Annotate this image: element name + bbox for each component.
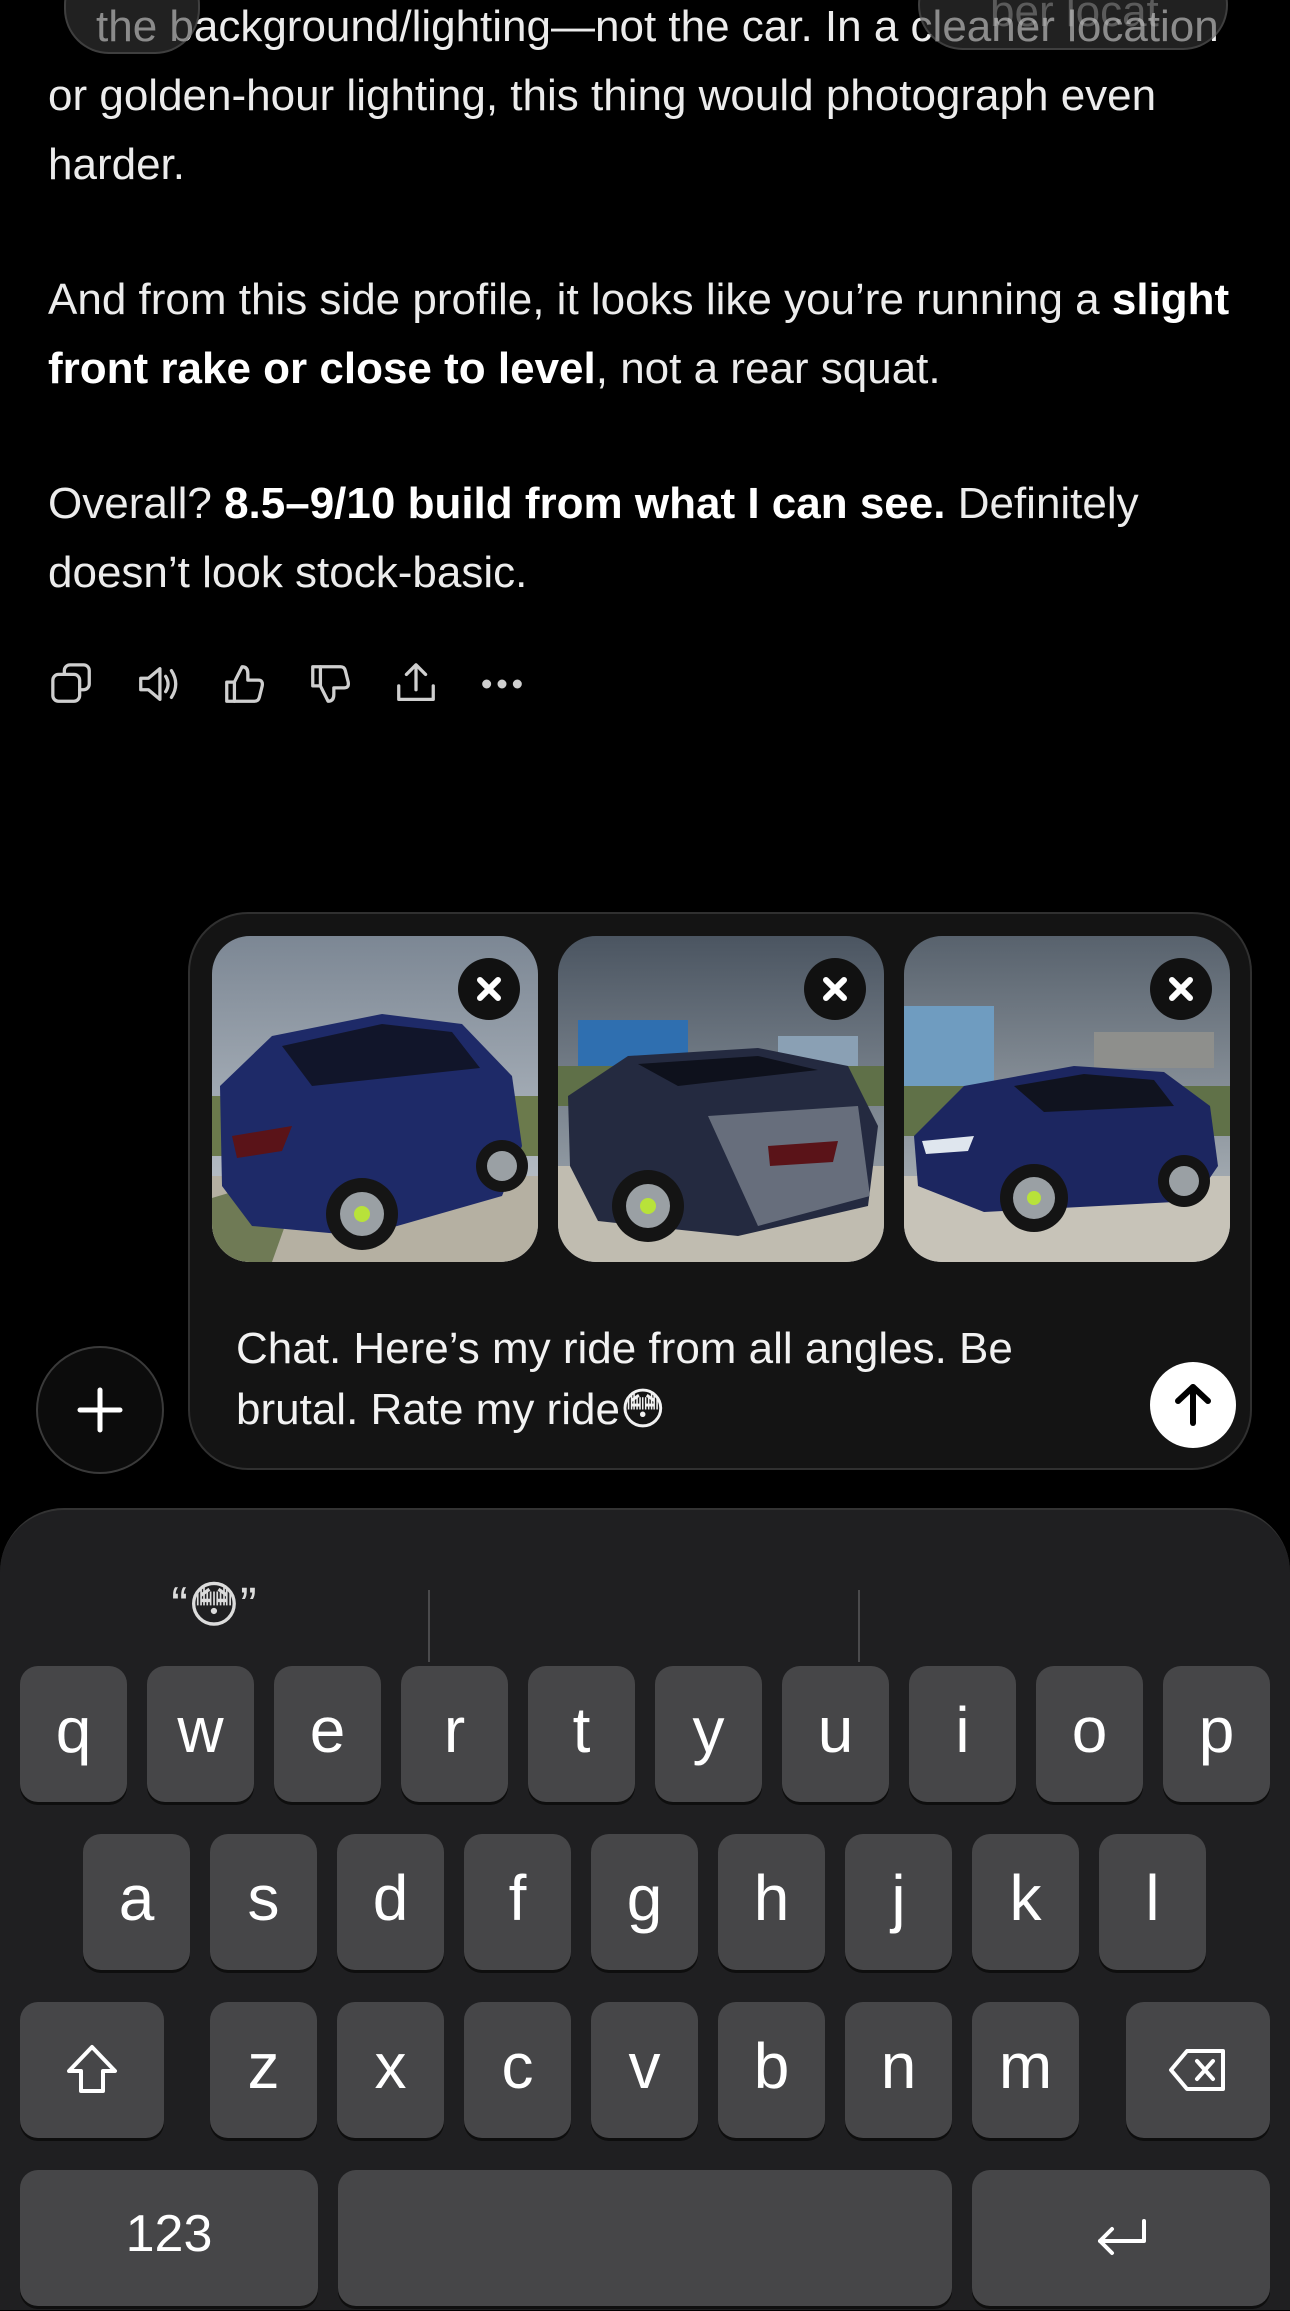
message-input[interactable]: Chat. Here’s my ride from all angles. Be… <box>236 1318 1116 1440</box>
plus-icon <box>77 1387 123 1433</box>
key-s[interactable]: s <box>210 1834 317 1970</box>
key-t[interactable]: t <box>528 1666 635 1802</box>
key-q[interactable]: q <box>20 1666 127 1802</box>
thumbs-up-icon[interactable] <box>220 660 268 708</box>
numbers-key[interactable]: 123 <box>20 2170 318 2306</box>
key-r[interactable]: r <box>401 1666 508 1802</box>
menu-button[interactable] <box>64 0 200 54</box>
backspace-icon <box>1169 2049 1225 2091</box>
assistant-message: the background/lighting—not the car. In … <box>48 0 1248 607</box>
close-icon <box>477 977 501 1001</box>
share-icon[interactable] <box>392 660 440 708</box>
key-d[interactable]: d <box>337 1834 444 1970</box>
key-z[interactable]: z <box>210 2002 317 2138</box>
return-key[interactable] <box>972 2170 1270 2306</box>
key-a[interactable]: a <box>83 1834 190 1970</box>
message-actions <box>48 654 526 714</box>
key-g[interactable]: g <box>591 1834 698 1970</box>
add-attachment-button[interactable] <box>36 1346 164 1474</box>
key-l[interactable]: l <box>1099 1834 1206 1970</box>
key-p[interactable]: p <box>1163 1666 1270 1802</box>
suggestion-2[interactable] <box>430 1550 858 1660</box>
thumbs-down-icon[interactable] <box>306 660 354 708</box>
suggestion-3[interactable] <box>860 1550 1290 1660</box>
key-row-4: 123 <box>0 2170 1290 2306</box>
key-v[interactable]: v <box>591 2002 698 2138</box>
space-key[interactable] <box>338 2170 952 2306</box>
key-j[interactable]: j <box>845 1834 952 1970</box>
key-n[interactable]: n <box>845 2002 952 2138</box>
key-o[interactable]: o <box>1036 1666 1143 1802</box>
rating-phrase: 8.5–9/10 build from what I can see. <box>224 479 946 528</box>
key-c[interactable]: c <box>464 2002 571 2138</box>
attachment-strip[interactable] <box>212 936 1252 1262</box>
key-row-2: asdfghjkl <box>0 1834 1290 1970</box>
onscreen-keyboard: “😳” qwertyuiop asdfghjkl zxcvbnm 123 <box>0 1508 1290 2310</box>
key-w[interactable]: w <box>147 1666 254 1802</box>
send-button[interactable] <box>1150 1362 1236 1448</box>
key-row-1: qwertyuiop <box>0 1666 1290 1802</box>
remove-attachment-button[interactable] <box>1150 958 1212 1020</box>
suggestion-1[interactable]: “😳” <box>0 1550 428 1660</box>
key-b[interactable]: b <box>718 2002 825 2138</box>
floating-header-pill[interactable]: ber locat <box>918 0 1228 50</box>
attachment-thumbnail-2[interactable] <box>558 936 884 1262</box>
attachment-thumbnail-3[interactable] <box>904 936 1230 1262</box>
more-icon[interactable] <box>478 660 526 708</box>
message-paragraph-2: And from this side profile, it looks lik… <box>48 275 1230 393</box>
key-m[interactable]: m <box>972 2002 1079 2138</box>
key-u[interactable]: u <box>782 1666 889 1802</box>
key-k[interactable]: k <box>972 1834 1079 1970</box>
read-aloud-icon[interactable] <box>134 660 182 708</box>
arrow-up-icon <box>1175 1384 1211 1426</box>
attachment-thumbnail-4[interactable] <box>1250 936 1252 1262</box>
remove-attachment-button[interactable] <box>458 958 520 1020</box>
close-icon <box>823 977 847 1001</box>
key-x[interactable]: x <box>337 2002 444 2138</box>
suggestion-bar: “😳” <box>0 1550 1290 1662</box>
key-e[interactable]: e <box>274 1666 381 1802</box>
key-h[interactable]: h <box>718 1834 825 1970</box>
remove-attachment-button[interactable] <box>804 958 866 1020</box>
backspace-key[interactable] <box>1126 2002 1270 2138</box>
shift-icon <box>67 2045 117 2093</box>
key-i[interactable]: i <box>909 1666 1016 1802</box>
key-y[interactable]: y <box>655 1666 762 1802</box>
return-icon <box>1098 2219 1146 2255</box>
shift-key[interactable] <box>20 2002 164 2138</box>
message-composer: Chat. Here’s my ride from all angles. Be… <box>188 912 1252 1470</box>
close-icon <box>1169 977 1193 1001</box>
key-f[interactable]: f <box>464 1834 571 1970</box>
attachment-thumbnail-1[interactable] <box>212 936 538 1262</box>
key-row-3: zxcvbnm <box>0 2002 1290 2138</box>
copy-icon[interactable] <box>48 660 96 708</box>
message-paragraph-3: Overall? 8.5–9/10 build from what I can … <box>48 479 1139 597</box>
